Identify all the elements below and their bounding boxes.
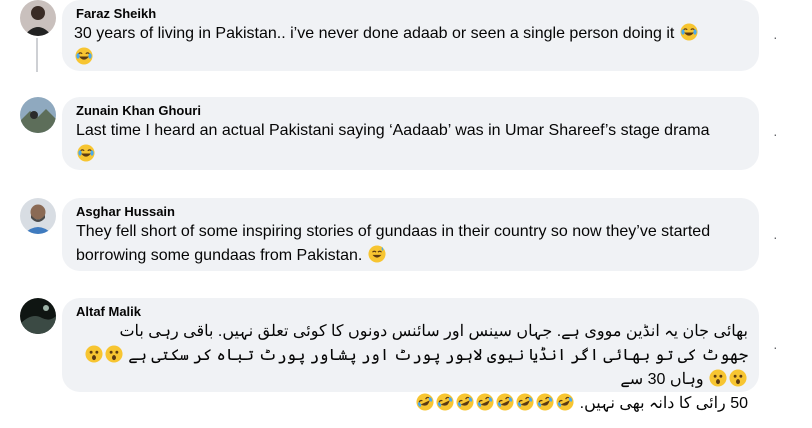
comment-line-part: جھوٹ کی تو بھائی اگر انڈیا نیوی لاہور پو… — [128, 347, 748, 364]
thread-line — [36, 38, 38, 72]
comment-text: Last time I heard an actual Pakistani sa… — [76, 119, 716, 167]
comment-body: 30 years of living in Pakistan.. i’ve ne… — [74, 25, 675, 42]
comment-author[interactable]: Faraz Sheikh — [76, 6, 156, 21]
comment-bubble: Altaf Malik بھائی جان یہ انڈین مووی ہے. … — [62, 298, 759, 412]
avatar[interactable] — [20, 298, 56, 334]
rolling-on-floor-laughing-emoji — [416, 393, 434, 411]
rolling-on-floor-laughing-emoji — [456, 393, 474, 411]
more-options-icon[interactable]: · — [773, 340, 778, 354]
comment-author[interactable]: Asghar Hussain — [76, 204, 175, 219]
more-options-icon[interactable]: · — [773, 30, 778, 44]
rolling-on-floor-laughing-emoji — [536, 393, 554, 411]
face-with-tears-of-joy-emoji — [75, 47, 93, 65]
more-options-icon[interactable]: · — [773, 127, 778, 141]
comment-text: بھائی جان یہ انڈین مووی ہے. جہاں سینس او… — [72, 320, 748, 416]
comment-line: بھائی جان یہ انڈین مووی ہے. جہاں سینس او… — [119, 323, 748, 340]
avatar[interactable] — [20, 198, 56, 234]
comment-line-part: 50 رائی کا دانہ بھی نہیں. — [579, 395, 748, 412]
comment-text: 30 years of living in Pakistan.. i’ve ne… — [74, 22, 754, 70]
rolling-on-floor-laughing-emoji — [476, 393, 494, 411]
comment-body: They fell short of some inspiring storie… — [76, 223, 711, 264]
face-with-tears-of-joy-emoji — [680, 23, 698, 41]
rolling-on-floor-laughing-emoji — [496, 393, 514, 411]
grinning-face-with-sweat-emoji — [368, 245, 386, 263]
rolling-on-floor-laughing-emoji — [436, 393, 454, 411]
more-options-icon[interactable]: · — [773, 230, 778, 244]
astonished-face-emoji — [85, 345, 103, 363]
rolling-on-floor-laughing-emoji — [516, 393, 534, 411]
comment-body: Last time I heard an actual Pakistani sa… — [76, 122, 710, 139]
comment-text: They fell short of some inspiring storie… — [76, 220, 726, 268]
avatar[interactable] — [20, 0, 56, 36]
comment-line: 50 رائی کا دانہ بھی نہیں. — [72, 392, 748, 416]
avatar[interactable] — [20, 97, 56, 133]
astonished-face-emoji — [709, 369, 727, 387]
astonished-face-emoji — [729, 369, 747, 387]
comment-line: جھوٹ کی تو بھائی اگر انڈیا نیوی لاہور پو… — [72, 344, 748, 392]
rolling-on-floor-laughing-emoji — [556, 393, 574, 411]
comment-bubble: Zunain Khan Ghouri Last time I heard an … — [62, 97, 759, 170]
comment-author[interactable]: Altaf Malik — [76, 304, 141, 319]
face-with-tears-of-joy-emoji — [77, 144, 95, 162]
comment-bubble: Asghar Hussain They fell short of some i… — [62, 198, 759, 271]
comment-bubble: Faraz Sheikh 30 years of living in Pakis… — [62, 0, 759, 71]
astonished-face-emoji — [105, 345, 123, 363]
comment-author[interactable]: Zunain Khan Ghouri — [76, 103, 201, 118]
comment-line-part: وہاں 30 سے — [620, 371, 704, 388]
